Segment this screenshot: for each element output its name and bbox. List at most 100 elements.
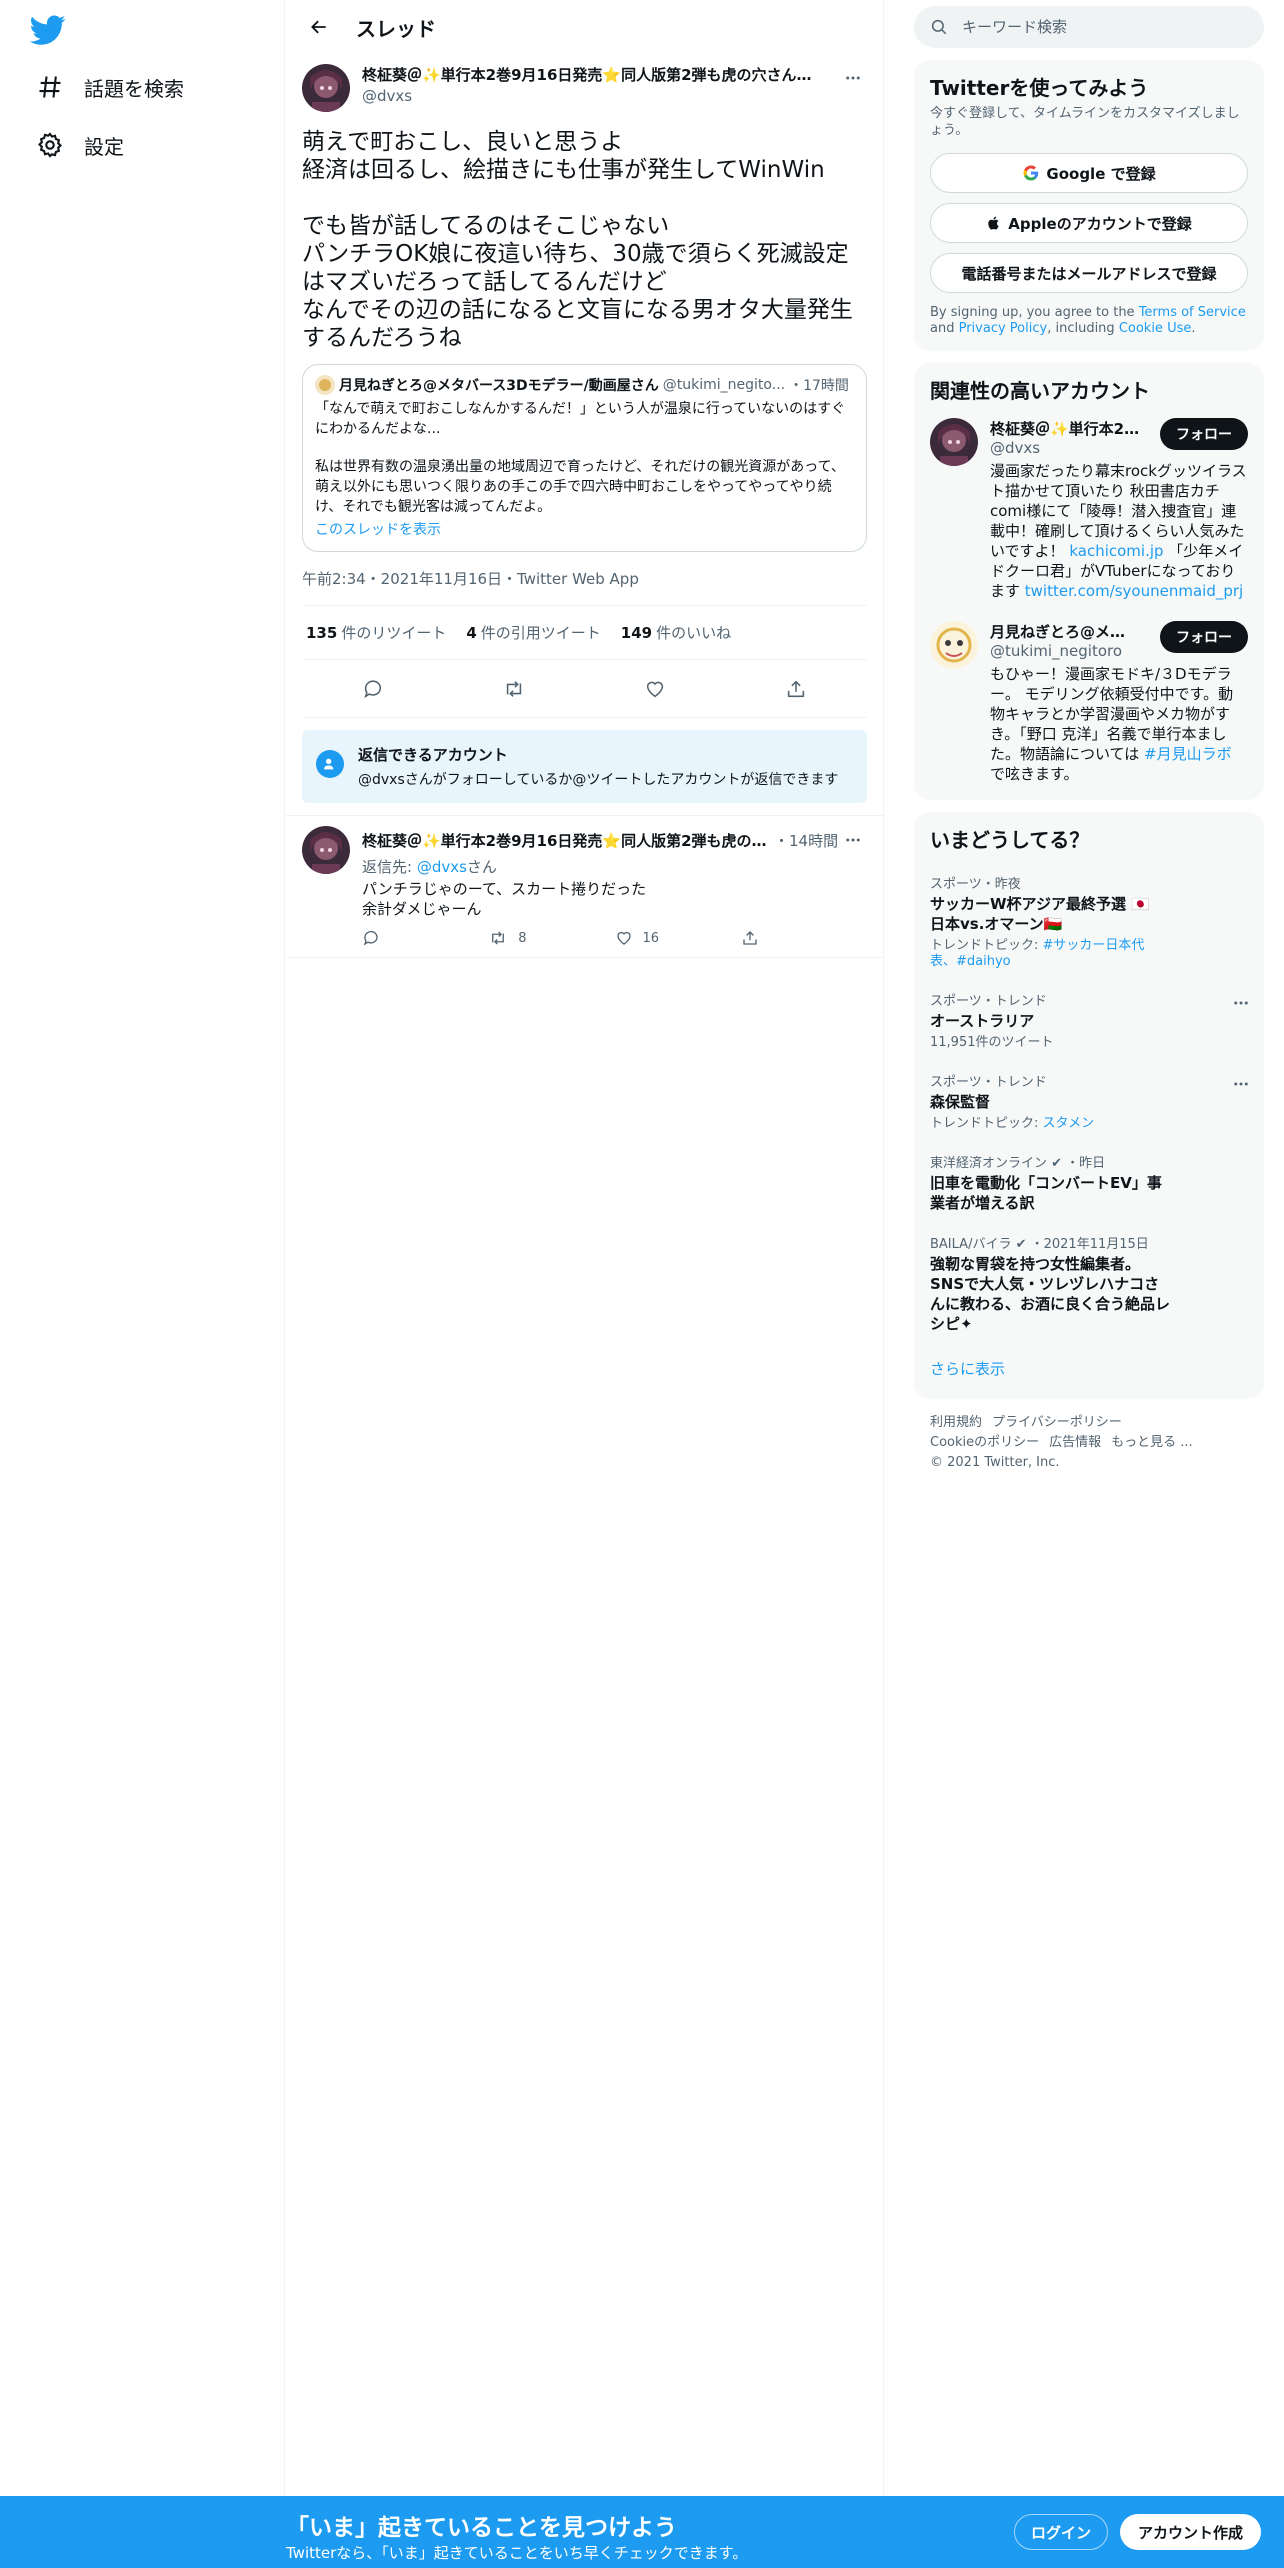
trend-item[interactable]: スポーツ・昨夜 サッカーW杯アジア最終予選 🇯🇵 日本vs.オマーン🇴🇲 トレンドト… (914, 863, 1264, 980)
reply-reply-button[interactable] (362, 929, 488, 947)
quoted-tweet[interactable]: 月見ねぎとろ@メタバース3Dモデラー/動画屋さん @tukimi_negito.… (302, 364, 867, 552)
footer-link[interactable]: 利用規約 (930, 1415, 982, 1430)
trend-item[interactable]: スポーツ・トレンド 森保監督 トレンドトピック: スタメン (914, 1061, 1264, 1142)
search-box[interactable] (914, 6, 1264, 48)
trend-title: オーストラリア (930, 1012, 1035, 1030)
avatar[interactable] (930, 621, 978, 669)
footer-link[interactable]: もっと見る ... (1111, 1435, 1193, 1450)
relevant-account-name[interactable]: 月見ねぎとろ@メタバース3Dモデラー (990, 621, 1140, 642)
trend-title: サッカーW杯アジア最終予選 🇯🇵 日本vs.オマーン🇴🇲 (930, 895, 1150, 933)
reply-time[interactable]: ・14時間 (774, 830, 838, 851)
signup-card: Twitterを使ってみよう 今すぐ登録して、タイムラインをカスタマイズしましょ… (914, 60, 1264, 351)
back-arrow-icon[interactable] (302, 10, 336, 44)
footer-link[interactable]: Cookieのポリシー (930, 1435, 1039, 1450)
more-options-icon[interactable] (839, 826, 867, 854)
gear-icon (36, 131, 64, 159)
trend-item[interactable]: BAILA/バイラ ✔ ・2021年11月15日 強靭な胃袋を持つ女性編集者。SN… (914, 1223, 1264, 1344)
quote-label: 件の引用ツイート (480, 624, 601, 642)
author-handle[interactable]: @dvxs (362, 87, 839, 105)
show-more-link[interactable]: さらに表示 (914, 1344, 1264, 1399)
trend-category: 東洋経済オンライン ✔ ・昨日 (930, 1156, 1106, 1171)
quote-text-1: 「なんで萌えで町おこしなんかするんだ！」という人が温泉に行っていないのはすぐにわ… (315, 401, 846, 437)
more-options-icon[interactable] (1232, 1075, 1250, 1093)
retweet-icon[interactable] (495, 670, 533, 708)
trend-category: スポーツ・トレンド (930, 1075, 1047, 1090)
retweet-stat[interactable]: 135 件のリツイート (306, 622, 446, 643)
footer-link[interactable]: 広告情報 (1049, 1435, 1101, 1450)
cookie-use-link[interactable]: Cookie Use (1119, 321, 1192, 336)
trend-item[interactable]: スポーツ・トレンド オーストラリア 11,951件のツイート (914, 980, 1264, 1061)
show-thread-link[interactable]: このスレッドを表示 (315, 519, 854, 539)
nav-explore-label: 話題を検索 (84, 76, 184, 101)
reply-retweet-count: 8 (518, 930, 527, 946)
reply-share-button[interactable] (741, 929, 867, 947)
page-title: スレッド (356, 16, 436, 41)
retweet-label: 件のリツイート (341, 624, 447, 642)
bio-link[interactable]: kachicomi.jp (1069, 542, 1163, 560)
terms-of-service-link[interactable]: Terms of Service (1139, 305, 1246, 320)
terms-text: , including (1047, 321, 1119, 336)
trend-category: スポーツ・昨夜 (930, 877, 1021, 892)
signup-subtitle: 今すぐ登録して、タイムラインをカスタマイズしましょう。 (930, 106, 1240, 138)
footer-link[interactable]: プライバシーポリシー (992, 1415, 1122, 1430)
trend-meta-text: 11,951件のツイート (930, 1035, 1054, 1050)
nav-settings[interactable]: 設定 (24, 120, 136, 170)
quote-time-separator: ・ (789, 378, 804, 394)
like-icon[interactable] (636, 670, 674, 708)
login-button[interactable]: ログイン (1014, 2514, 1109, 2550)
reply-tweet[interactable]: 柊柾葵＠✨単行本2巻9月16日発売⭐同人版第2弾も虎の穴さんにて ・14時間 返… (286, 815, 883, 958)
relevant-account[interactable]: 柊柾葵＠✨単行本2巻9月16日発売 @dvxs フォロー 漫画家だったり幕末ro… (914, 408, 1264, 611)
reply-to-suffix: さん (466, 858, 497, 876)
trend-item[interactable]: 東洋経済オンライン ✔ ・昨日 旧車を電動化「コンバートEV」事業者が増える訳 (914, 1142, 1264, 1223)
bio-link[interactable]: twitter.com/syounenmaid_prj (1025, 582, 1243, 600)
bio-text: で呟きます。 (990, 765, 1079, 783)
trend-list: スポーツ・昨夜サッカーW杯アジア最終予選 🇯🇵 日本vs.オマーン🇴🇲 トレンドト… (914, 863, 1264, 1344)
more-options-icon[interactable] (1232, 994, 1250, 1012)
avatar[interactable] (930, 418, 978, 466)
nav-explore[interactable]: 話題を検索 (24, 62, 196, 112)
share-icon[interactable] (777, 670, 815, 708)
like-stat[interactable]: 149 件のいいね (621, 622, 731, 643)
reply-icon (363, 930, 378, 946)
bottom-signup-bar: 「いま」起きていることを見つけよう Twitterなら、「いま」起きていることを… (0, 2496, 1284, 2568)
phone-email-signup-label: 電話番号またはメールアドレスで登録 (961, 264, 1217, 283)
reply-notice-title: 返信できるアカウント (358, 746, 508, 764)
quote-stat[interactable]: 4 件の引用ツイート (466, 622, 600, 643)
terms-text: and (930, 321, 959, 336)
google-icon (1022, 164, 1040, 182)
signup-button[interactable]: アカウント作成 (1120, 2514, 1262, 2550)
privacy-policy-link[interactable]: Privacy Policy (959, 321, 1048, 336)
tweet-actions (302, 660, 867, 718)
avatar[interactable] (302, 64, 350, 112)
terms-text: By signing up, you agree to the (930, 305, 1139, 320)
trend-meta-link[interactable]: スタメン (1043, 1116, 1095, 1131)
author-name[interactable]: 柊柾葵＠✨単行本2巻9月16日発売⭐同人版第2弾も虎の穴さんにて (362, 64, 817, 85)
reply-author-name[interactable]: 柊柾葵＠✨単行本2巻9月16日発売⭐同人版第2弾も虎の穴さんにて (362, 830, 770, 851)
reply-to-handle[interactable]: @dvxs (417, 858, 467, 876)
reply-to-prefix: 返信先: (362, 858, 417, 876)
follow-button[interactable]: フォロー (1160, 621, 1248, 653)
reply-retweet-button[interactable]: 8 (488, 929, 614, 947)
tweet-timestamp[interactable]: 午前2:34・2021年11月16日・Twitter Web App (302, 552, 867, 605)
search-input[interactable] (962, 18, 1242, 36)
terms-text: . (1191, 321, 1196, 336)
bio-link[interactable]: #月見山ラボ (1144, 745, 1232, 763)
retweet-icon (492, 931, 505, 945)
relevant-account-name[interactable]: 柊柾葵＠✨単行本2巻9月16日発売 (990, 418, 1140, 439)
avatar[interactable] (302, 826, 350, 874)
trend-meta: 11,951件のツイート (930, 1035, 1170, 1051)
more-options-icon[interactable] (839, 64, 867, 92)
relevant-title: 関連性の高いアカウント (930, 379, 1150, 403)
apple-signup-button[interactable]: Appleのアカウントで登録 (930, 203, 1248, 243)
relevant-accounts-card: 関連性の高いアカウント 柊柾葵＠✨単行本2巻9月16日発売 @dvxs フォロー… (914, 363, 1264, 800)
tweet-text: 萌えで町おこし、良いと思うよ 経済は回るし、絵描きにも仕事が発生してWinWin… (302, 129, 853, 351)
relevant-account[interactable]: 月見ねぎとろ@メタバース3Dモデラー @tukimi_negitoro フォロー… (914, 611, 1264, 794)
follow-button[interactable]: フォロー (1160, 418, 1248, 450)
phone-email-signup-button[interactable]: 電話番号またはメールアドレスで登録 (930, 253, 1248, 293)
trend-meta-text: トレンドトピック: (930, 1116, 1043, 1131)
reply-like-button[interactable]: 16 (615, 929, 741, 947)
reply-icon[interactable] (354, 670, 392, 708)
google-signup-button[interactable]: Google で登録 (930, 153, 1248, 193)
twitter-logo-icon[interactable] (30, 12, 66, 48)
bottom-bar-subtitle: Twitterなら、「いま」起きていることをいち早くチェックできます。 (286, 2544, 748, 2562)
